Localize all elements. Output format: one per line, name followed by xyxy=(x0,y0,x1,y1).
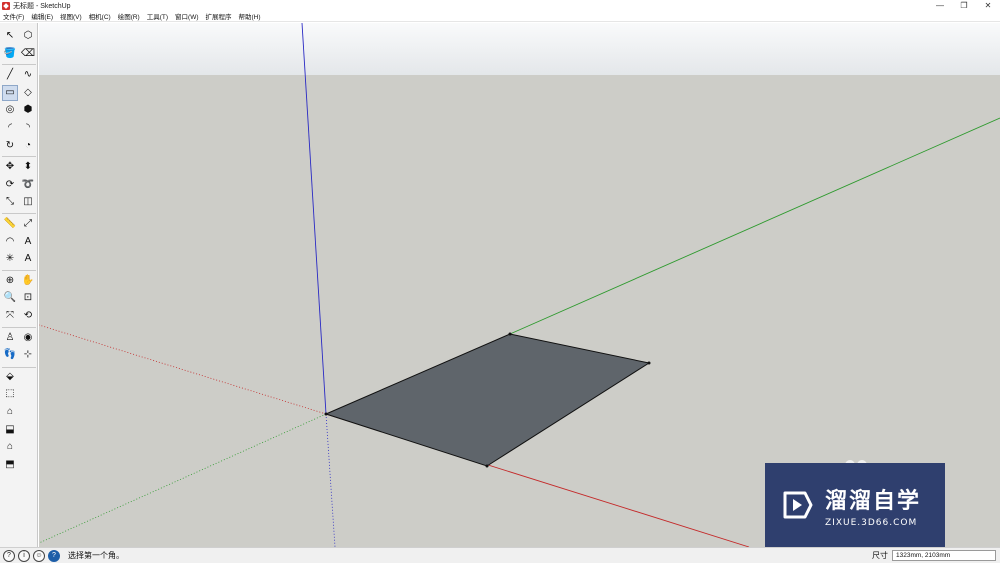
toolbar-separator xyxy=(2,269,36,271)
walk-tool-icon[interactable]: 👣 xyxy=(2,347,18,363)
geo-location-icon[interactable]: ? xyxy=(3,549,15,562)
minimize-button[interactable]: — xyxy=(928,0,952,11)
toolbar-separator xyxy=(2,156,36,158)
polygon-tool-icon[interactable]: ⬢ xyxy=(20,102,36,118)
menu-draw[interactable]: 绘图(R) xyxy=(118,11,140,21)
window-title: 无标题 - SketchUp xyxy=(13,2,71,10)
y-axis xyxy=(509,117,1000,335)
status-bar: ? i ☺ ? 选择第一个角。 尺寸 1323mm, 2103mm xyxy=(0,547,1000,563)
title-bar: 无标题 - SketchUp — ❐ ✕ xyxy=(0,0,1000,11)
freehand-tool-icon[interactable]: ∿ xyxy=(20,67,36,83)
measurements-input[interactable]: 1323mm, 2103mm xyxy=(892,550,996,561)
front-view-icon[interactable]: ⌂ xyxy=(2,404,18,420)
window-controls: — ❐ ✕ xyxy=(928,0,1000,11)
iso-view-icon[interactable]: ⬙ xyxy=(2,369,18,385)
move-tool-icon[interactable]: ✥ xyxy=(2,159,18,175)
close-button[interactable]: ✕ xyxy=(976,0,1000,11)
select-tool-icon[interactable]: ↖ xyxy=(2,28,18,44)
pan-tool-icon[interactable]: ✋ xyxy=(20,273,36,289)
watermark-subtitle: ZIXUE.3D66.COM xyxy=(825,517,918,528)
line-tool-icon[interactable]: ╱ xyxy=(2,67,18,83)
toolbar-separator xyxy=(2,326,36,328)
rotated-rectangle-icon[interactable]: ◇ xyxy=(20,85,36,101)
zoom-tool-icon[interactable]: 🔍 xyxy=(2,290,18,306)
dimension-tool-icon[interactable]: ⤢ xyxy=(20,216,36,232)
vertex-point xyxy=(485,464,489,468)
play-logo-icon xyxy=(783,491,813,519)
pie-tool-icon[interactable]: ◔ xyxy=(20,138,36,154)
x-axis-negative xyxy=(39,324,327,415)
rectangle-face[interactable] xyxy=(324,333,651,467)
menu-file[interactable]: 文件(F) xyxy=(3,11,24,21)
protractor-icon[interactable]: ◠ xyxy=(2,234,18,250)
circle-tool-icon[interactable]: ◎ xyxy=(2,102,18,118)
menu-help[interactable]: 帮助(H) xyxy=(239,11,261,21)
menu-edit[interactable]: 编辑(E) xyxy=(31,11,53,21)
back-view-icon[interactable]: ⌂ xyxy=(2,439,18,455)
look-around-icon[interactable]: ◉ xyxy=(20,330,36,346)
offset-tool-icon[interactable]: ◫ xyxy=(20,194,36,210)
help-icon[interactable]: ? xyxy=(48,549,60,562)
arc-tool-icon[interactable]: ◜ xyxy=(2,120,18,136)
vertex-point xyxy=(324,412,328,416)
left-view-icon[interactable]: ⬒ xyxy=(2,457,18,473)
menu-tools[interactable]: 工具(T) xyxy=(147,11,168,21)
tape-measure-icon[interactable]: 📏 xyxy=(2,216,18,232)
rotate-tool-icon[interactable]: ⟳ xyxy=(2,177,18,193)
menu-bar: 文件(F) 编辑(E) 视图(V) 相机(C) 绘图(R) 工具(T) 窗口(W… xyxy=(0,11,1000,22)
menu-view[interactable]: 视图(V) xyxy=(60,11,82,21)
menu-camera[interactable]: 相机(C) xyxy=(89,11,111,21)
scale-tool-icon[interactable]: ⤡ xyxy=(2,194,18,210)
toolbar-separator xyxy=(2,366,36,368)
user-account-icon[interactable]: ☺ xyxy=(33,549,45,562)
two-point-arc-icon[interactable]: ◝ xyxy=(20,120,36,136)
rectangle-tool-icon[interactable]: ▭ xyxy=(2,84,18,101)
make-component-icon[interactable]: ⬡ xyxy=(20,28,36,44)
restore-button[interactable]: ❐ xyxy=(952,0,976,11)
section-plane-icon[interactable]: ⊹ xyxy=(20,347,36,363)
zoom-extents-icon[interactable]: ⤧ xyxy=(2,308,18,324)
axes-tool-icon[interactable]: ✳ xyxy=(2,251,18,267)
z-axis-negative xyxy=(325,413,336,547)
menu-window[interactable]: 窗口(W) xyxy=(175,11,198,21)
watermark-banner: 溜溜自学 ZIXUE.3D66.COM xyxy=(765,463,945,547)
three-point-arc-icon[interactable]: ↻ xyxy=(2,138,18,154)
credits-icon[interactable]: i xyxy=(18,549,30,562)
sketchup-logo-icon xyxy=(2,1,10,10)
push-pull-icon[interactable]: ⬍ xyxy=(20,159,36,175)
text-tool-icon[interactable]: A xyxy=(20,234,36,250)
menu-extensions[interactable]: 扩展程序 xyxy=(206,11,232,21)
large-tool-set: ↖ ⬡ 🪣 ⌫ ╱ ∿ ▭ ◇ ◎ ⬢ ◜ ◝ ↻ ◔ ✥ ⬍ ⟳ ➰ ⤡ ◫ 📏 ⤢ ◠ A ✳ A ⊕ ✋ 🔍 ⊡ ⤧ ⟲ ♙ ◉ 👣 ⊹ ⬙ ⬚ ⌂ ⬓… xyxy=(0,23,38,547)
3d-text-icon[interactable]: A xyxy=(20,251,36,267)
previous-view-icon[interactable]: ⟲ xyxy=(20,308,36,324)
watermark-title: 溜溜自学 xyxy=(825,488,922,514)
zoom-window-icon[interactable]: ⊡ xyxy=(20,290,36,306)
toolbar-separator xyxy=(2,213,36,214)
z-axis xyxy=(301,23,327,415)
vertex-point xyxy=(508,332,512,336)
paint-bucket-icon[interactable]: 🪣 xyxy=(2,46,18,62)
follow-me-icon[interactable]: ➰ xyxy=(20,177,36,193)
vertex-point xyxy=(647,361,651,365)
right-view-icon[interactable]: ⬓ xyxy=(2,422,18,438)
toolbar-separator xyxy=(2,64,36,66)
measurements-label: 尺寸 xyxy=(872,551,888,560)
position-camera-icon[interactable]: ♙ xyxy=(2,330,18,346)
orbit-tool-icon[interactable]: ⊕ xyxy=(2,273,18,289)
y-axis-negative xyxy=(39,413,327,544)
top-view-icon[interactable]: ⬚ xyxy=(2,386,18,402)
eraser-icon[interactable]: ⌫ xyxy=(20,46,36,62)
status-message: 选择第一个角。 xyxy=(68,551,124,560)
